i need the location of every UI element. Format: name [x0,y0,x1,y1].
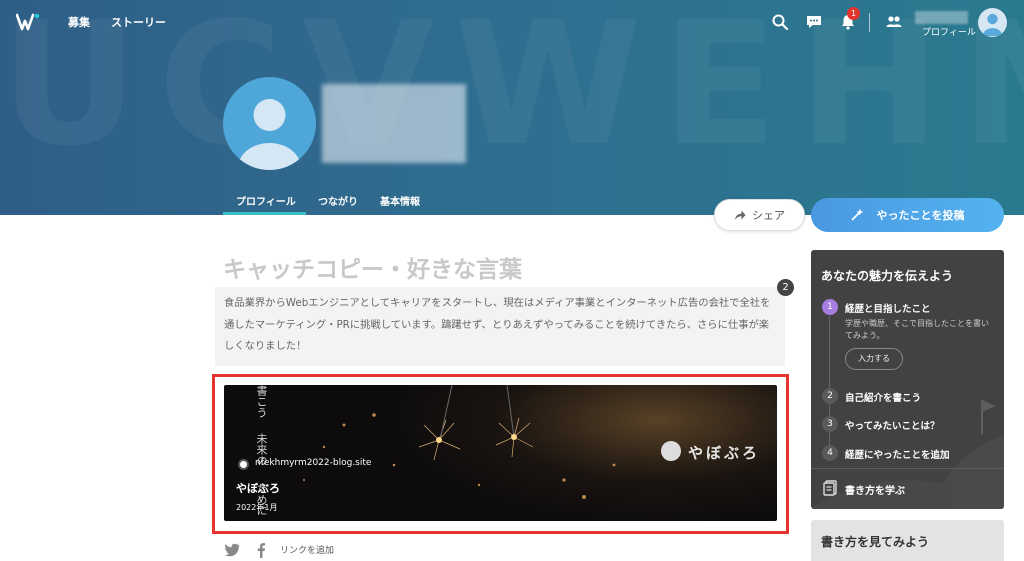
post-label: やったことを投稿 [876,209,965,222]
wantedly-logo-icon[interactable] [16,12,40,32]
active-tab-indicator [223,212,306,215]
section-count-badge: 2 [777,279,794,296]
site-favicon-icon [238,459,249,470]
document-icon [823,480,837,496]
tips-title: あなたの魅力を伝えよう [821,269,954,283]
nav-story[interactable]: ストーリー [111,14,166,30]
step-4-label[interactable]: 経歴にやったことを追加 [845,447,950,461]
card-site-url: nfekhmyrm2022-blog.site [255,458,372,468]
top-bar: 募集 ストーリー 1 プロフィール [0,0,1024,44]
pen-plus-icon [851,209,863,221]
card-image-text-1: 書こう [255,385,268,418]
user-name-redacted [915,11,968,24]
step-number-2: 2 [822,388,838,404]
panel-divider [811,468,1004,469]
twitter-icon[interactable] [224,543,240,557]
step-number-1: 1 [822,299,838,315]
card-title: やぼぶろ [236,482,280,495]
card-date: 2022年1月 [236,503,278,512]
input-button[interactable]: 入力する [845,348,903,370]
user-avatar[interactable] [978,8,1007,37]
tab-profile[interactable]: プロフィール [236,193,296,208]
message-icon[interactable] [805,13,823,31]
step-2-label[interactable]: 自己紹介を書こう [845,390,921,404]
tab-connections[interactable]: つながり [318,193,358,208]
card-brand-logo-icon [661,441,681,461]
toolbar-divider [869,13,870,32]
search-icon[interactable] [771,13,789,31]
flag-icon [981,400,996,434]
step-1-label[interactable]: 経歴と目指したこと [845,301,931,315]
profile-avatar[interactable] [223,77,316,170]
people-icon[interactable] [885,13,903,31]
tab-basic-info[interactable]: 基本情報 [380,193,420,208]
catch-copy-title: キャッチコピー・好きな言葉 [223,257,522,283]
notification-badge: 1 [847,7,860,20]
share-label: シェア [752,209,785,222]
profile-link[interactable]: プロフィール [922,25,976,38]
nav-recruit[interactable]: 募集 [68,14,90,30]
step-3-label[interactable]: やってみたいことは？ [845,418,940,432]
step-1-description: 学歴や職歴、そこで目指したことを書いてみよう。 [845,319,989,340]
card-brand-logo-text: やぼぶろ [688,444,761,462]
step-number-3: 3 [822,416,838,432]
add-link-button[interactable]: リンクを追加 [280,543,334,556]
step-number-4: 4 [822,445,838,461]
catch-copy-text: 食品業界からWebエンジニアとしてキャリアをスタートし、現在はメディア事業とイン… [224,297,771,352]
facebook-icon[interactable] [256,542,266,558]
profile-name-redacted [322,84,466,163]
tips-panel [811,250,1004,509]
examples-title[interactable]: 書き方を見てみよう [821,533,929,550]
panel-decoration [811,435,1004,509]
post-achievement-button[interactable]: やったことを投稿 [811,198,1004,232]
share-arrow-icon [735,210,746,220]
learn-how-to-write-link[interactable]: 書き方を学ぶ [845,482,905,497]
share-button[interactable]: シェア [714,199,805,231]
